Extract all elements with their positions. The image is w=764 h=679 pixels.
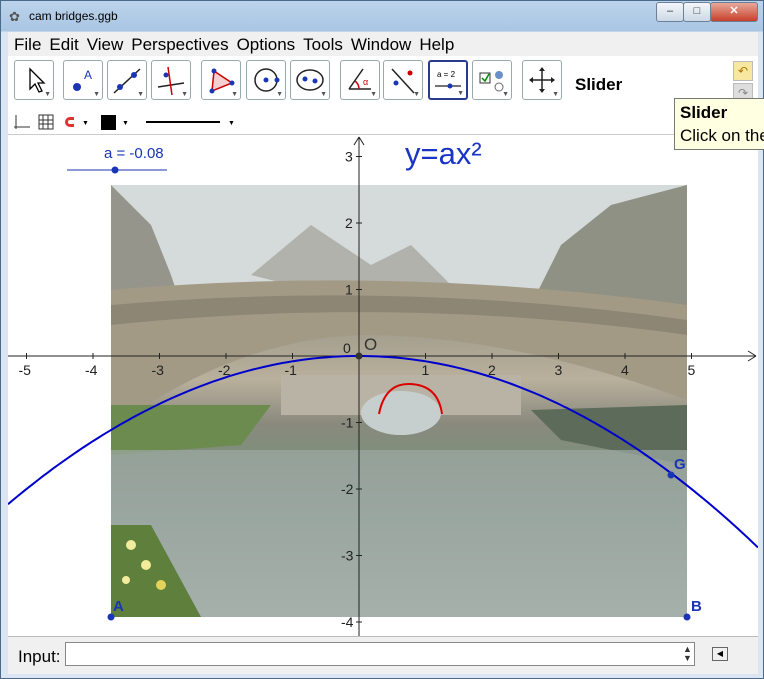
menu-tools[interactable]: Tools bbox=[297, 32, 345, 55]
title-bar: ✿ cam bridges.ggb – □ ✕ bbox=[1, 1, 763, 31]
line-style-icon[interactable]: ▼ bbox=[146, 120, 235, 127]
x-tick-label: -1 bbox=[285, 362, 298, 378]
y-tick-label: -1 bbox=[341, 415, 354, 431]
menu-options[interactable]: Options bbox=[231, 32, 298, 55]
slider-tool-button[interactable]: a = 2 ▼ bbox=[428, 60, 468, 100]
y-tick-label: 2 bbox=[345, 215, 353, 231]
graphics-view[interactable]: -5 -4 -3 -2 -1 1 2 3 4 5 3 2 1 -1 -2 -3 -4 a = -0.08 y=… bbox=[8, 135, 758, 636]
selected-tool-name: Slider bbox=[575, 75, 623, 94]
grid-toggle-icon[interactable] bbox=[38, 114, 54, 130]
point-tool-glyph: A bbox=[84, 68, 92, 82]
angle-tool-button[interactable]: α ▼ bbox=[340, 60, 380, 100]
color-picker-icon[interactable]: ▼ bbox=[101, 115, 129, 130]
red-arc[interactable] bbox=[378, 382, 443, 415]
keyboard-toggle-icon[interactable]: ◀ bbox=[712, 647, 728, 661]
axes-toggle-icon[interactable] bbox=[14, 115, 30, 129]
tooltip-title: Slider bbox=[680, 103, 728, 122]
svg-text:▼: ▼ bbox=[228, 120, 235, 127]
y-tick-label: -3 bbox=[341, 548, 354, 564]
menu-bar: File Edit View Perspectives Options Tools Wind… bbox=[8, 32, 758, 56]
coordinate-axes bbox=[8, 136, 757, 636]
point-g-label: G bbox=[674, 456, 686, 473]
y-tick-label: -2 bbox=[341, 481, 354, 497]
reflect-tool-button[interactable]: ▼ bbox=[383, 60, 423, 100]
graphics-canvas: -5 -4 -3 -2 -1 1 2 3 4 5 321-1-2-3-4 a = -0.08 y=… bbox=[8, 136, 758, 636]
x-tick-label: 1 bbox=[422, 362, 430, 378]
x-tick-label: -3 bbox=[152, 362, 165, 378]
ellipse-tool-button[interactable]: ▼ bbox=[290, 60, 330, 100]
slider-tooltip: Slider Click on the bbox=[674, 98, 764, 150]
slider-tool-glyph: a = 2 bbox=[437, 70, 456, 79]
point-b[interactable] bbox=[683, 613, 691, 621]
menu-file[interactable]: File bbox=[8, 32, 43, 55]
x-tick-label: 4 bbox=[621, 362, 629, 378]
move-tool-button[interactable]: ▼ bbox=[14, 60, 54, 100]
window-title: cam bridges.ggb bbox=[29, 9, 118, 23]
menu-window[interactable]: Window bbox=[345, 32, 413, 55]
point-tool-button[interactable]: A ▼ bbox=[63, 60, 103, 100]
input-label: Input: bbox=[18, 647, 61, 666]
y-tick-label: -4 bbox=[341, 614, 354, 630]
point-origin[interactable] bbox=[355, 352, 363, 360]
svg-text:▼: ▼ bbox=[122, 120, 129, 127]
geogebra-app-icon: ✿ bbox=[9, 9, 20, 24]
formula-text: y=ax² bbox=[405, 136, 482, 171]
style-bar: ▼ ▼ ▼ bbox=[8, 110, 758, 135]
x-tick-label: 5 bbox=[688, 362, 696, 378]
y-tick-label: 3 bbox=[345, 149, 353, 165]
maximize-button[interactable]: □ bbox=[683, 2, 711, 22]
line-tool-button[interactable]: ▼ bbox=[107, 60, 147, 100]
menu-perspectives[interactable]: Perspectives bbox=[125, 32, 230, 55]
x-tick-label: -5 bbox=[19, 362, 32, 378]
point-b-label: B bbox=[691, 598, 702, 615]
angle-tool-glyph: α bbox=[363, 77, 368, 87]
slider-handle[interactable] bbox=[111, 166, 119, 174]
parabola-curve[interactable] bbox=[8, 355, 758, 549]
tooltip-text: Click on the bbox=[680, 126, 764, 145]
point-o-label: O bbox=[364, 335, 377, 354]
svg-text:▼: ▼ bbox=[82, 120, 89, 127]
slider-label: a = -0.08 bbox=[104, 145, 164, 162]
menu-edit[interactable]: Edit bbox=[43, 32, 80, 55]
app-window: ✿ cam bridges.ggb – □ ✕ File Edit View Pers… bbox=[0, 0, 764, 679]
circle-tool-button[interactable]: ▼ bbox=[246, 60, 286, 100]
minimize-button[interactable]: – bbox=[656, 2, 684, 22]
point-capture-magnet-icon[interactable]: ▼ bbox=[65, 117, 89, 127]
menu-help[interactable]: Help bbox=[413, 32, 456, 55]
input-bar: Input: ▲ ▼ ◀ bbox=[8, 636, 758, 674]
move-view-tool-button[interactable]: ▼ bbox=[522, 60, 562, 100]
undo-icon[interactable]: ↶ bbox=[733, 61, 753, 81]
checkbox-tool-button[interactable]: ▼ bbox=[472, 60, 512, 100]
menu-view[interactable]: View bbox=[81, 32, 126, 55]
toolbar: ▼ A ▼ ▼ ▼ ▼ ▼ ▼ α ▼ ▼ a = 2 ▼ ▼ ▼ Slider… bbox=[8, 56, 758, 110]
perpendicular-line-tool-button[interactable]: ▼ bbox=[151, 60, 191, 100]
point-a-label: A bbox=[113, 598, 124, 615]
input-field[interactable] bbox=[65, 642, 695, 666]
x-tick-label: 3 bbox=[555, 362, 563, 378]
x-tick-label: -4 bbox=[85, 362, 98, 378]
y-tick-label: 1 bbox=[345, 282, 353, 298]
polygon-tool-button[interactable]: ▼ bbox=[201, 60, 241, 100]
origin-tick-label: 0 bbox=[343, 340, 351, 356]
close-button[interactable]: ✕ bbox=[710, 2, 758, 22]
